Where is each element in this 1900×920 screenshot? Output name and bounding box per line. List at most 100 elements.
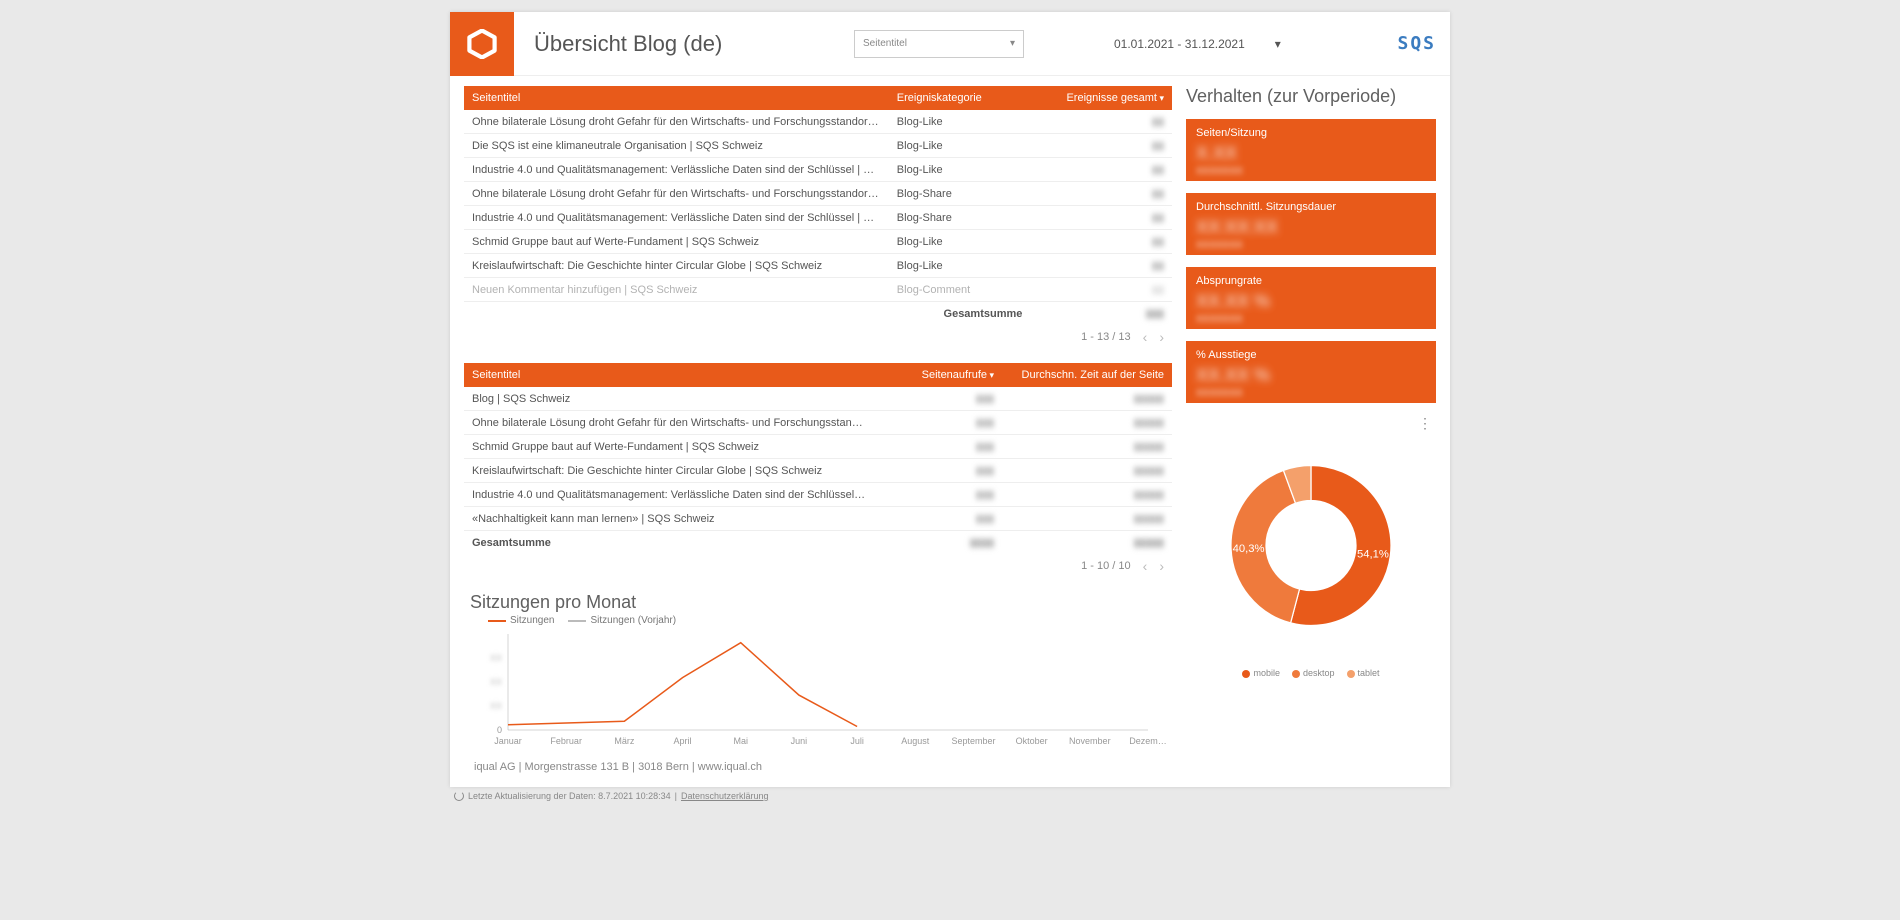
kebab-menu-icon[interactable]: ⋮: [1186, 415, 1436, 432]
col-title[interactable]: Seitentitel: [464, 363, 875, 387]
footer: iqual AG | Morgenstrasse 131 B | 3018 Be…: [450, 751, 1450, 777]
svg-text:XX: XX: [490, 653, 502, 663]
privacy-link[interactable]: Datenschutzerklärung: [681, 791, 769, 801]
sum-label: Gesamtsumme: [464, 531, 875, 555]
last-refresh-text: Letzte Aktualisierung der Daten: 8.7.202…: [468, 791, 671, 801]
page-filter-select[interactable]: Seitentitel ▾: [854, 30, 1024, 58]
table-row[interactable]: Schmid Gruppe baut auf Werte-Fundament |…: [464, 230, 1172, 254]
cell-category: Blog-Like: [889, 254, 1031, 278]
right-column: Verhalten (zur Vorperiode) Seiten/Sitzun…: [1186, 86, 1436, 751]
stat-card[interactable]: Seiten/SitzungX.XXXXXXXXX: [1186, 119, 1436, 181]
stat-card[interactable]: Durchschnittl. SitzungsdauerXX:XX:XXXXXX…: [1186, 193, 1436, 255]
cell-title: Industrie 4.0 und Qualitätsmanagement: V…: [464, 158, 889, 182]
dashboard-page: Übersicht Blog (de) Seitentitel ▾ 01.01.…: [450, 12, 1450, 787]
cell-value: ▮▮: [1030, 158, 1172, 182]
stat-card[interactable]: % AusstiegeXX.XX %XXXXXXX: [1186, 341, 1436, 403]
line-chart-svg: XXXXXX0JanuarFebruarMärzAprilMaiJuniJuli…: [464, 628, 1172, 748]
table-row[interactable]: Kreislaufwirtschaft: Die Geschichte hint…: [464, 459, 1172, 483]
col-avg-time[interactable]: Durchschn. Zeit auf der Seite: [1002, 363, 1172, 387]
table-row[interactable]: Ohne bilaterale Lösung droht Gefahr für …: [464, 411, 1172, 435]
cell-value: ▮▮: [1030, 206, 1172, 230]
card-label: Seiten/Sitzung: [1196, 127, 1426, 139]
card-delta: XXXXXXX: [1196, 240, 1426, 251]
cell-title: Industrie 4.0 und Qualitätsmanagement: V…: [464, 483, 875, 507]
cell-value: ▮▮: [1030, 182, 1172, 206]
card-value: X.XX: [1196, 143, 1426, 164]
next-page-icon[interactable]: ›: [1159, 329, 1164, 345]
refresh-footer: Letzte Aktualisierung der Daten: 8.7.202…: [450, 787, 1450, 801]
pager-range: 1 - 10 / 10: [1081, 560, 1131, 572]
table-row[interactable]: Ohne bilaterale Lösung droht Gefahr für …: [464, 110, 1172, 134]
col-total-events[interactable]: Ereignisse gesamt: [1030, 86, 1172, 110]
table-row[interactable]: Industrie 4.0 und Qualitätsmanagement: V…: [464, 483, 1172, 507]
table-row[interactable]: Industrie 4.0 und Qualitätsmanagement: V…: [464, 158, 1172, 182]
col-category[interactable]: Ereigniskategorie: [889, 86, 1031, 110]
card-value: XX.XX %: [1196, 365, 1426, 386]
cell-category: Blog-Share: [889, 182, 1031, 206]
header-bar: Übersicht Blog (de) Seitentitel ▾ 01.01.…: [450, 12, 1450, 76]
cell-pageviews: ▮▮▮: [875, 435, 1002, 459]
cell-category: Blog-Comment: [889, 278, 1031, 302]
cell-pageviews: ▮▮▮: [875, 459, 1002, 483]
main-content: Seitentitel Ereigniskategorie Ereignisse…: [450, 76, 1450, 751]
card-label: Durchschnittl. Sitzungsdauer: [1196, 201, 1426, 213]
col-pageviews[interactable]: Seitenaufrufe: [875, 363, 1002, 387]
sessions-chart: Sitzungen pro Monat Sitzungen Sitzungen …: [464, 592, 1172, 751]
svg-text:November: November: [1069, 736, 1111, 746]
cell-avgtime: ▮▮▮▮▮: [1002, 411, 1172, 435]
legend-item-current: Sitzungen: [488, 615, 554, 626]
donut-legend-item: mobile: [1242, 668, 1280, 678]
table-row[interactable]: «Nachhaltigkeit kann man lernen» | SQS S…: [464, 507, 1172, 531]
svg-text:September: September: [951, 736, 995, 746]
cell-title: Schmid Gruppe baut auf Werte-Fundament |…: [464, 230, 889, 254]
sum-value: ▮▮▮: [1030, 302, 1172, 326]
brand-logo-icon: [450, 12, 514, 76]
date-range-picker[interactable]: 01.01.2021 - 31.12.2021 ▾: [1114, 37, 1281, 51]
svg-text:0: 0: [497, 725, 502, 735]
events-table: Seitentitel Ereigniskategorie Ereignisse…: [464, 86, 1172, 355]
cell-value: ▮▮: [1030, 230, 1172, 254]
date-range-value: 01.01.2021 - 31.12.2021: [1114, 37, 1245, 51]
svg-text:Mai: Mai: [733, 736, 748, 746]
table-row[interactable]: Kreislaufwirtschaft: Die Geschichte hint…: [464, 254, 1172, 278]
table-row[interactable]: Ohne bilaterale Lösung droht Gefahr für …: [464, 182, 1172, 206]
cell-title: Die SQS ist eine klimaneutrale Organisat…: [464, 134, 889, 158]
legend-item-prev: Sitzungen (Vorjahr): [568, 615, 676, 626]
cell-title: Kreislaufwirtschaft: Die Geschichte hint…: [464, 254, 889, 278]
svg-text:Januar: Januar: [494, 736, 522, 746]
donut-legend: mobiledesktoptablet: [1186, 668, 1436, 678]
chevron-down-icon: ▾: [1010, 38, 1015, 49]
cell-avgtime: ▮▮▮▮▮: [1002, 483, 1172, 507]
sum-label: Gesamtsumme: [889, 302, 1031, 326]
svg-text:Oktober: Oktober: [1016, 736, 1048, 746]
prev-page-icon[interactable]: ‹: [1143, 558, 1148, 574]
svg-text:XX: XX: [490, 701, 502, 711]
prev-page-icon[interactable]: ‹: [1143, 329, 1148, 345]
table-row[interactable]: Industrie 4.0 und Qualitätsmanagement: V…: [464, 206, 1172, 230]
table-row[interactable]: Neuen Kommentar hinzufügen | SQS Schweiz…: [464, 278, 1172, 302]
table-row[interactable]: Blog | SQS Schweiz▮▮▮▮▮▮▮▮: [464, 387, 1172, 411]
device-donut-chart: 54,1%40,3% mobiledesktoptablet: [1186, 438, 1436, 678]
sum-v2: ▮▮▮▮▮: [1002, 531, 1172, 555]
cell-title: Kreislaufwirtschaft: Die Geschichte hint…: [464, 459, 875, 483]
table-row[interactable]: Die SQS ist eine klimaneutrale Organisat…: [464, 134, 1172, 158]
left-column: Seitentitel Ereigniskategorie Ereignisse…: [464, 86, 1172, 751]
table-row[interactable]: Schmid Gruppe baut auf Werte-Fundament |…: [464, 435, 1172, 459]
hexagon-icon: [465, 29, 499, 59]
chart-title: Sitzungen pro Monat: [470, 592, 1172, 613]
col-title[interactable]: Seitentitel: [464, 86, 889, 110]
stat-card[interactable]: AbsprungrateXX.XX %XXXXXXX: [1186, 267, 1436, 329]
svg-text:Juli: Juli: [850, 736, 864, 746]
svg-text:August: August: [901, 736, 930, 746]
svg-text:April: April: [674, 736, 692, 746]
card-label: % Ausstiege: [1196, 349, 1426, 361]
card-label: Absprungrate: [1196, 275, 1426, 287]
cell-category: Blog-Share: [889, 206, 1031, 230]
cell-category: Blog-Like: [889, 110, 1031, 134]
svg-text:Februar: Februar: [550, 736, 582, 746]
cell-pageviews: ▮▮▮: [875, 507, 1002, 531]
cell-title: Ohne bilaterale Lösung droht Gefahr für …: [464, 110, 889, 134]
cell-value: ▮▮: [1030, 278, 1172, 302]
cell-category: Blog-Like: [889, 134, 1031, 158]
next-page-icon[interactable]: ›: [1159, 558, 1164, 574]
